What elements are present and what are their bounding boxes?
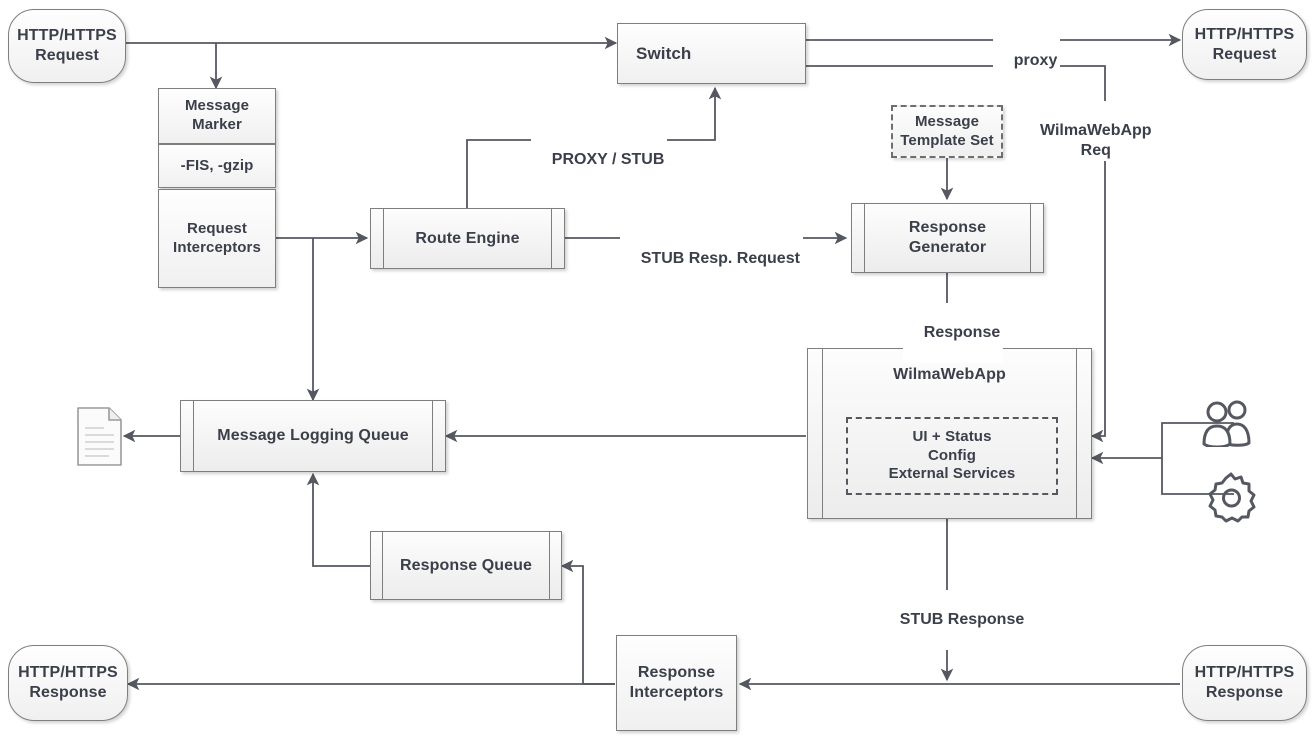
request-interceptors[interactable]: Request Interceptors [158,189,276,288]
gear-icon [1208,472,1256,523]
route-engine-right-bar [551,209,552,268]
response-queue[interactable]: Response Queue [370,531,562,600]
edge-label-proxy: proxy [993,31,1061,91]
edge-label-stub-resp-request-text: STUB Resp. Request [640,250,800,267]
switch-label: Switch [636,43,692,63]
message-template-set[interactable]: Message Template Set [891,105,1003,158]
response-generator-label: Response Generator [908,219,987,256]
edge-label-response-text: Response [923,324,1001,341]
edge-response-queue-to-logging-queue [306,472,370,567]
edge-label-wilma-req: WilmaWebApp Req [1037,101,1155,161]
response-queue-left-bar [382,532,383,599]
wilma-inner-label: UI + Status Config External Services [888,427,1016,483]
message-marker-label: Message Marker [184,97,250,133]
users-icon [1202,400,1251,447]
response-queue-label: Response Queue [399,556,533,574]
edge-label-response: Response [903,303,1004,363]
message-logging-queue-right-bar [432,401,433,471]
edge-label-proxy-stub: PROXY / STUB [531,130,668,190]
fis-gzip-label: -FIS, -gzip [180,156,254,174]
response-interceptors[interactable]: Response Interceptors [616,635,737,731]
edge-label-stub-response-text: STUB Response [899,611,1025,628]
response-generator-left-bar [864,204,865,272]
edge-label-proxy-text: proxy [1013,52,1058,69]
fis-gzip[interactable]: -FIS, -gzip [158,144,276,188]
architecture-diagram: HTTP/HTTPS Request Message Marker -FIS, … [0,0,1315,736]
response-interceptors-label: Response Interceptors [629,664,724,701]
wilma-web-app-left-bar [822,349,823,518]
route-engine[interactable]: Route Engine [370,208,565,269]
route-engine-label: Route Engine [415,229,520,247]
http-request-right-label: HTTP/HTTPS Request [1194,25,1295,63]
message-template-set-label: Message Template Set [900,112,994,149]
edge-label-stub-resp-request: STUB Resp. Request [620,229,803,289]
edge-label-proxy-stub-text: PROXY / STUB [551,151,665,168]
message-logging-queue[interactable]: Message Logging Queue [180,400,446,472]
response-generator-right-bar [1030,204,1031,272]
http-request-right[interactable]: HTTP/HTTPS Request [1182,9,1307,80]
http-response-right-label: HTTP/HTTPS Response [1194,664,1295,701]
message-logging-queue-label: Message Logging Queue [217,427,409,444]
switch[interactable]: Switch [617,23,806,84]
edge-label-stub-response: STUB Response [879,590,1028,650]
response-queue-right-bar [549,532,550,599]
edge-label-wilma-req-text: WilmaWebApp Req [1040,122,1152,159]
message-logging-queue-left-bar [193,401,194,471]
request-interceptors-label: Request Interceptors [173,219,261,256]
response-generator[interactable]: Response Generator [851,203,1044,273]
message-marker[interactable]: Message Marker [158,88,276,144]
wilma-web-app[interactable]: WilmaWebApp UI + Status Config External … [807,348,1092,519]
wilma-web-app-label: WilmaWebApp [893,366,1006,383]
edge-response-interceptors-to-queue [560,559,615,685]
http-request-left-label: HTTP/HTTPS Request [17,27,117,64]
wilma-web-app-right-bar [1076,349,1077,518]
http-response-left-label: HTTP/HTTPS Response [18,664,118,701]
http-response-right[interactable]: HTTP/HTTPS Response [1182,645,1307,721]
http-request-left[interactable]: HTTP/HTTPS Request [8,9,126,83]
route-engine-left-bar [383,209,384,268]
document-icon [77,407,122,466]
http-response-left[interactable]: HTTP/HTTPS Response [8,645,128,721]
wilma-inner-panel[interactable]: UI + Status Config External Services [846,417,1058,495]
